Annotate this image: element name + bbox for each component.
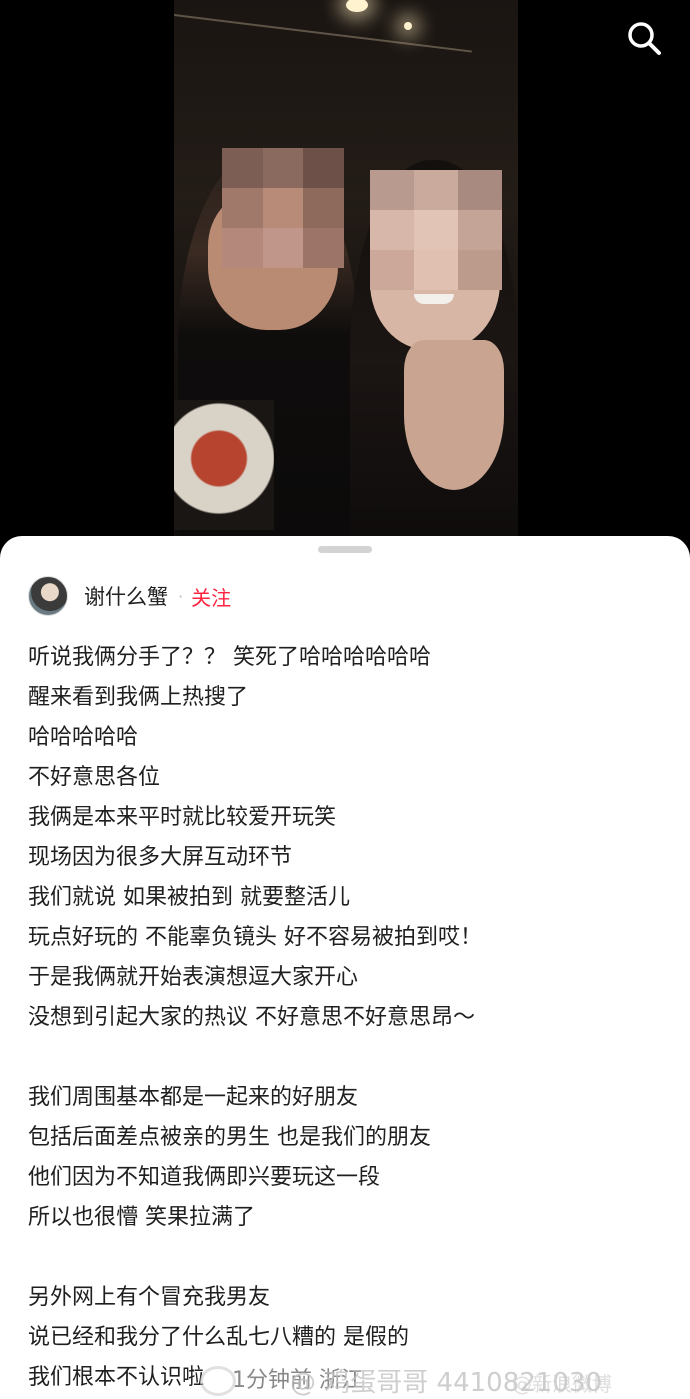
content-line: 于是我俩就开始表演想逗大家开心	[28, 965, 359, 990]
content-line: 所以也很懵 笑果拉满了	[28, 1205, 255, 1230]
weibo-watermark-icon	[200, 1366, 236, 1396]
content-line: 我们周围基本都是一起来的好朋友	[28, 1085, 359, 1110]
content-line: 另外网上有个冒充我男友	[28, 1285, 271, 1310]
search-icon	[628, 22, 661, 55]
author-name[interactable]: 谢什么蟹	[84, 581, 168, 611]
content-line: 现场因为很多大屏互动环节	[28, 845, 293, 870]
content-line: 醒来看到我俩上热搜了	[28, 685, 249, 710]
separator-dot: ·	[178, 586, 184, 606]
ceiling-light	[404, 22, 412, 30]
face-mosaic	[370, 170, 502, 290]
author-row: 谢什么蟹 · 关注	[28, 576, 231, 616]
post-content: 听说我俩分手了？？ 笑死了哈哈哈哈哈哈 醒来看到我俩上热搜了 哈哈哈哈哈 不好意…	[28, 638, 668, 1398]
smile	[414, 294, 454, 304]
post-sheet: 谢什么蟹 · 关注 听说我俩分手了？？ 笑死了哈哈哈哈哈哈 醒来看到我俩上热搜了…	[0, 536, 690, 1399]
avatar[interactable]	[28, 576, 68, 616]
ceiling-beam	[174, 14, 472, 53]
content-line: 包括后面差点被亲的男生 也是我们的朋友	[28, 1125, 431, 1150]
content-line: 听说我俩分手了？？ 笑死了哈哈哈哈哈哈	[28, 645, 431, 670]
content-line: 我们就说 如果被拍到 就要整活儿	[28, 885, 350, 910]
media-viewer[interactable]	[0, 0, 690, 560]
shirt-graphic	[174, 400, 274, 530]
content-line: 哈哈哈哈哈	[28, 725, 139, 750]
follow-button[interactable]: 关注	[191, 582, 231, 611]
content-line: 我俩是本来平时就比较爱开玩笑	[28, 805, 337, 830]
content-line: 他们因为不知道我俩即兴要玩这一段	[28, 1165, 381, 1190]
ceiling-light	[346, 0, 368, 12]
content-line: 没想到引起大家的热议 不好意思不好意思昂～	[28, 1005, 475, 1030]
watermark-right: @新浪微博	[512, 1372, 612, 1396]
face-mosaic	[222, 148, 344, 268]
post-photo	[174, 0, 518, 560]
content-line: 不好意思各位	[28, 765, 161, 790]
content-line: 说已经和我分了什么乱七八糟的 是假的	[28, 1325, 409, 1350]
sheet-drag-handle[interactable]	[318, 546, 372, 553]
content-line: 玩点好玩的 不能辜负镜头 好不容易被拍到哎！	[28, 925, 482, 950]
search-button[interactable]	[622, 16, 666, 60]
person-right-neck	[404, 340, 504, 490]
